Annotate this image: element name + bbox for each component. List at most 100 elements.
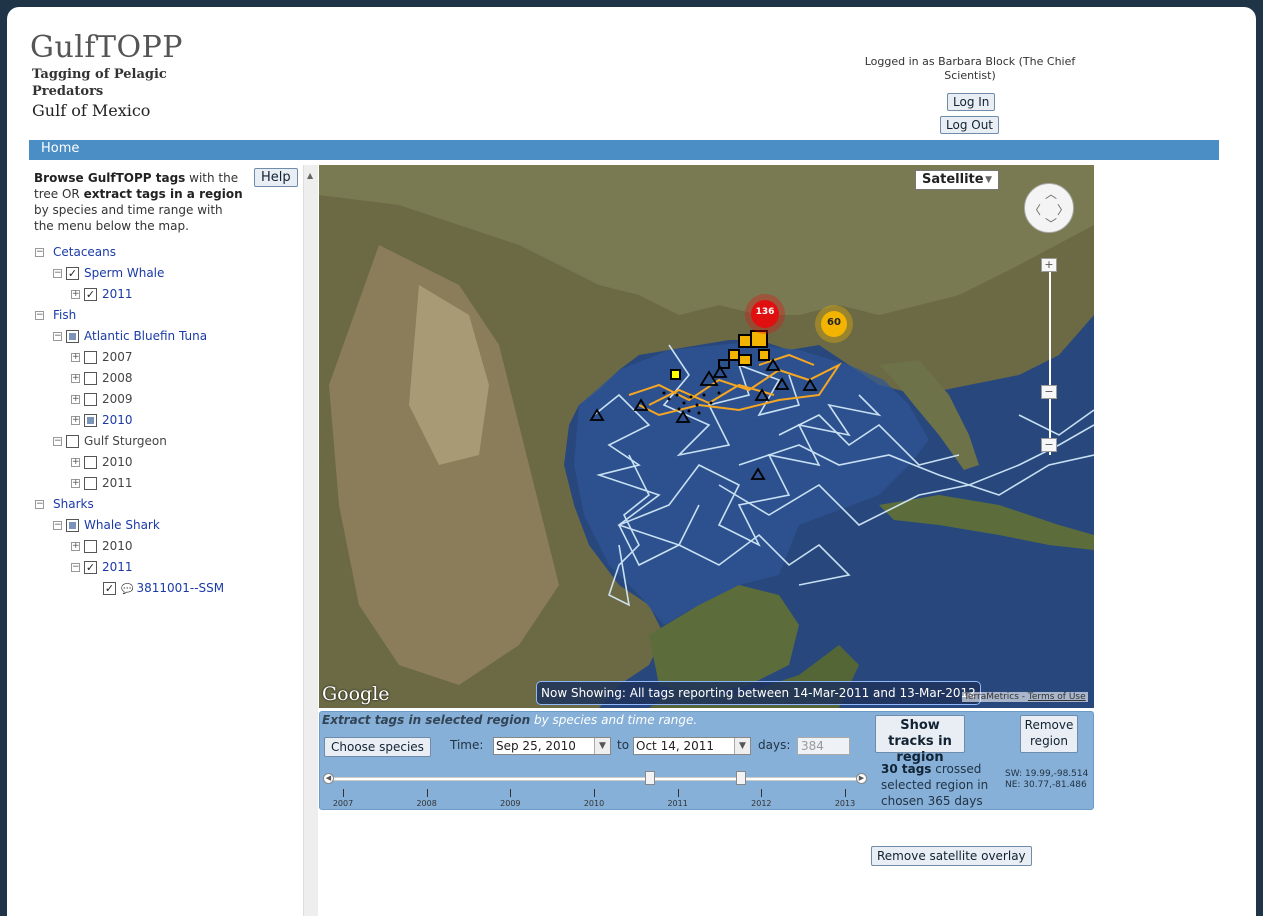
pan-control[interactable]: ︿ 〈 〉 ﹀ bbox=[1024, 183, 1074, 233]
map-view[interactable]: 136 60 Satellite ▼ ︿ 〈 〉 ﹀ + − − Google N… bbox=[319, 165, 1094, 708]
expand-icon[interactable]: + bbox=[71, 458, 80, 467]
tree-node[interactable]: − Cetaceans bbox=[35, 243, 116, 261]
zoom-in-icon[interactable]: + bbox=[1041, 258, 1057, 272]
remove-region-button[interactable]: Remove region bbox=[1020, 715, 1078, 753]
slider-left-arrow-icon[interactable]: ◀ bbox=[323, 773, 334, 784]
tree-node-label[interactable]: 2007 bbox=[102, 350, 133, 364]
log-in-button[interactable]: Log In bbox=[947, 93, 996, 111]
time-range-slider[interactable] bbox=[330, 777, 860, 781]
sidebar-scrollbar[interactable]: ▲ bbox=[303, 165, 318, 916]
start-date-select[interactable]: Sep 25, 2010 ▼ bbox=[493, 737, 611, 755]
pan-right-icon[interactable]: 〉 bbox=[1057, 201, 1069, 218]
tree-node-label[interactable]: 2010 bbox=[102, 413, 133, 427]
collapse-icon[interactable]: − bbox=[35, 248, 44, 257]
choose-species-button[interactable]: Choose species bbox=[324, 737, 431, 757]
expand-icon[interactable]: + bbox=[71, 416, 80, 425]
tree-node-label[interactable]: Cetaceans bbox=[53, 245, 116, 259]
zoom-level-handle[interactable]: − bbox=[1041, 385, 1057, 399]
tree-checkbox[interactable] bbox=[66, 330, 79, 343]
zoom-slider-track[interactable] bbox=[1049, 265, 1051, 455]
expand-icon[interactable]: + bbox=[71, 542, 80, 551]
collapse-icon[interactable]: − bbox=[53, 332, 62, 341]
tree-node[interactable]: ✓ 💬 3811001--SSM bbox=[89, 579, 224, 597]
tree-checkbox[interactable] bbox=[84, 456, 97, 469]
tree-checkbox[interactable]: ✓ bbox=[84, 561, 97, 574]
tree-checkbox[interactable] bbox=[66, 519, 79, 532]
expand-icon[interactable]: + bbox=[71, 374, 80, 383]
tree-node[interactable]: +2011 bbox=[71, 474, 133, 492]
expand-icon[interactable]: + bbox=[71, 353, 80, 362]
expand-icon[interactable]: + bbox=[71, 479, 80, 488]
show-tracks-in-region-button[interactable]: Show tracks in region bbox=[875, 715, 965, 765]
collapse-icon[interactable]: − bbox=[35, 311, 44, 320]
tree-checkbox[interactable] bbox=[84, 540, 97, 553]
tree-node[interactable]: +2010 bbox=[71, 411, 133, 429]
tree-checkbox[interactable]: ✓ bbox=[103, 582, 116, 595]
tree-node-label[interactable]: Sharks bbox=[53, 497, 94, 511]
tree-node[interactable]: − ✓ Sperm Whale bbox=[53, 264, 164, 282]
collapse-icon[interactable]: − bbox=[53, 521, 62, 530]
tree-node-label[interactable]: 2010 bbox=[102, 539, 133, 553]
collapse-icon[interactable]: − bbox=[53, 269, 62, 278]
nav-home-link[interactable]: Home bbox=[41, 141, 79, 156]
tree-node[interactable]: +2008 bbox=[71, 369, 133, 387]
terms-of-use-link[interactable]: Terms of Use bbox=[1028, 692, 1086, 702]
tree-node[interactable]: − Atlantic Bluefin Tuna bbox=[53, 327, 207, 345]
slider-end-handle[interactable] bbox=[736, 771, 746, 785]
tree-node-label[interactable]: Gulf Sturgeon bbox=[84, 434, 167, 448]
tree-node[interactable]: − Gulf Sturgeon bbox=[53, 432, 167, 450]
tree-node-label[interactable]: Atlantic Bluefin Tuna bbox=[84, 329, 207, 343]
tree-node[interactable]: +2010 bbox=[71, 453, 133, 471]
collapse-icon[interactable]: − bbox=[53, 437, 62, 446]
tree-checkbox[interactable] bbox=[84, 372, 97, 385]
tree-node[interactable]: − Sharks bbox=[35, 495, 94, 513]
slider-right-arrow-icon[interactable]: ▶ bbox=[856, 773, 867, 784]
tree-node-label[interactable]: Whale Shark bbox=[84, 518, 160, 532]
pan-left-icon[interactable]: 〈 bbox=[1029, 201, 1041, 218]
tree-node-label[interactable]: 2009 bbox=[102, 392, 133, 406]
tree-checkbox[interactable] bbox=[84, 351, 97, 364]
tree-checkbox[interactable] bbox=[84, 477, 97, 490]
cluster-marker-yellow[interactable]: 60 bbox=[822, 317, 846, 328]
help-button[interactable]: Help bbox=[254, 168, 298, 187]
tree-checkbox[interactable]: ✓ bbox=[66, 267, 79, 280]
tree-node-label[interactable]: 2010 bbox=[102, 455, 133, 469]
map-type-select[interactable]: Satellite ▼ bbox=[915, 170, 999, 190]
scroll-up-arrow-icon[interactable]: ▲ bbox=[307, 171, 313, 180]
tree-checkbox[interactable] bbox=[84, 414, 97, 427]
tree-node-label[interactable]: Fish bbox=[53, 308, 76, 322]
tree-node-label[interactable]: Sperm Whale bbox=[84, 266, 164, 280]
tree-node-label[interactable]: 2011 bbox=[102, 476, 133, 490]
tree-node[interactable]: − Whale Shark bbox=[53, 516, 160, 534]
tree-node[interactable]: +2007 bbox=[71, 348, 133, 366]
collapse-icon[interactable]: − bbox=[35, 500, 44, 509]
log-out-button[interactable]: Log Out bbox=[940, 116, 1000, 134]
tree-node[interactable]: − Fish bbox=[35, 306, 76, 324]
tree-node-label[interactable]: 2011 bbox=[102, 560, 133, 574]
tree-node[interactable]: +2009 bbox=[71, 390, 133, 408]
expand-icon[interactable]: + bbox=[71, 290, 80, 299]
slider-tick bbox=[510, 789, 512, 797]
tree-node[interactable]: + ✓ 2011 bbox=[71, 285, 133, 303]
pan-up-icon[interactable]: ︿ bbox=[1045, 185, 1057, 202]
tree-checkbox[interactable]: ✓ bbox=[84, 288, 97, 301]
tree-node[interactable]: +2010 bbox=[71, 537, 133, 555]
cluster-marker-red[interactable]: 136 bbox=[753, 307, 777, 317]
tree-node-label[interactable]: 2008 bbox=[102, 371, 133, 385]
collapse-icon[interactable]: − bbox=[71, 563, 80, 572]
site-logo-region: Gulf of Mexico bbox=[32, 101, 151, 120]
zoom-out-icon[interactable]: − bbox=[1041, 438, 1057, 452]
site-logo-title[interactable]: GulfTOPP bbox=[30, 30, 183, 65]
login-status: Logged in as Barbara Block (The Chief Sc… bbox=[864, 55, 1076, 82]
remove-satellite-overlay-button[interactable]: Remove satellite overlay bbox=[871, 846, 1032, 866]
end-date-select[interactable]: Oct 14, 2011 ▼ bbox=[633, 737, 751, 755]
pan-down-icon[interactable]: ﹀ bbox=[1045, 215, 1057, 232]
tree-node-label[interactable]: 3811001--SSM bbox=[136, 581, 224, 595]
expand-icon[interactable]: + bbox=[71, 395, 80, 404]
tree-checkbox[interactable] bbox=[66, 435, 79, 448]
days-input[interactable]: 384 bbox=[797, 737, 850, 755]
slider-start-handle[interactable] bbox=[645, 771, 655, 785]
tree-node[interactable]: − ✓ 2011 bbox=[71, 558, 133, 576]
tree-checkbox[interactable] bbox=[84, 393, 97, 406]
tree-node-label[interactable]: 2011 bbox=[102, 287, 133, 301]
